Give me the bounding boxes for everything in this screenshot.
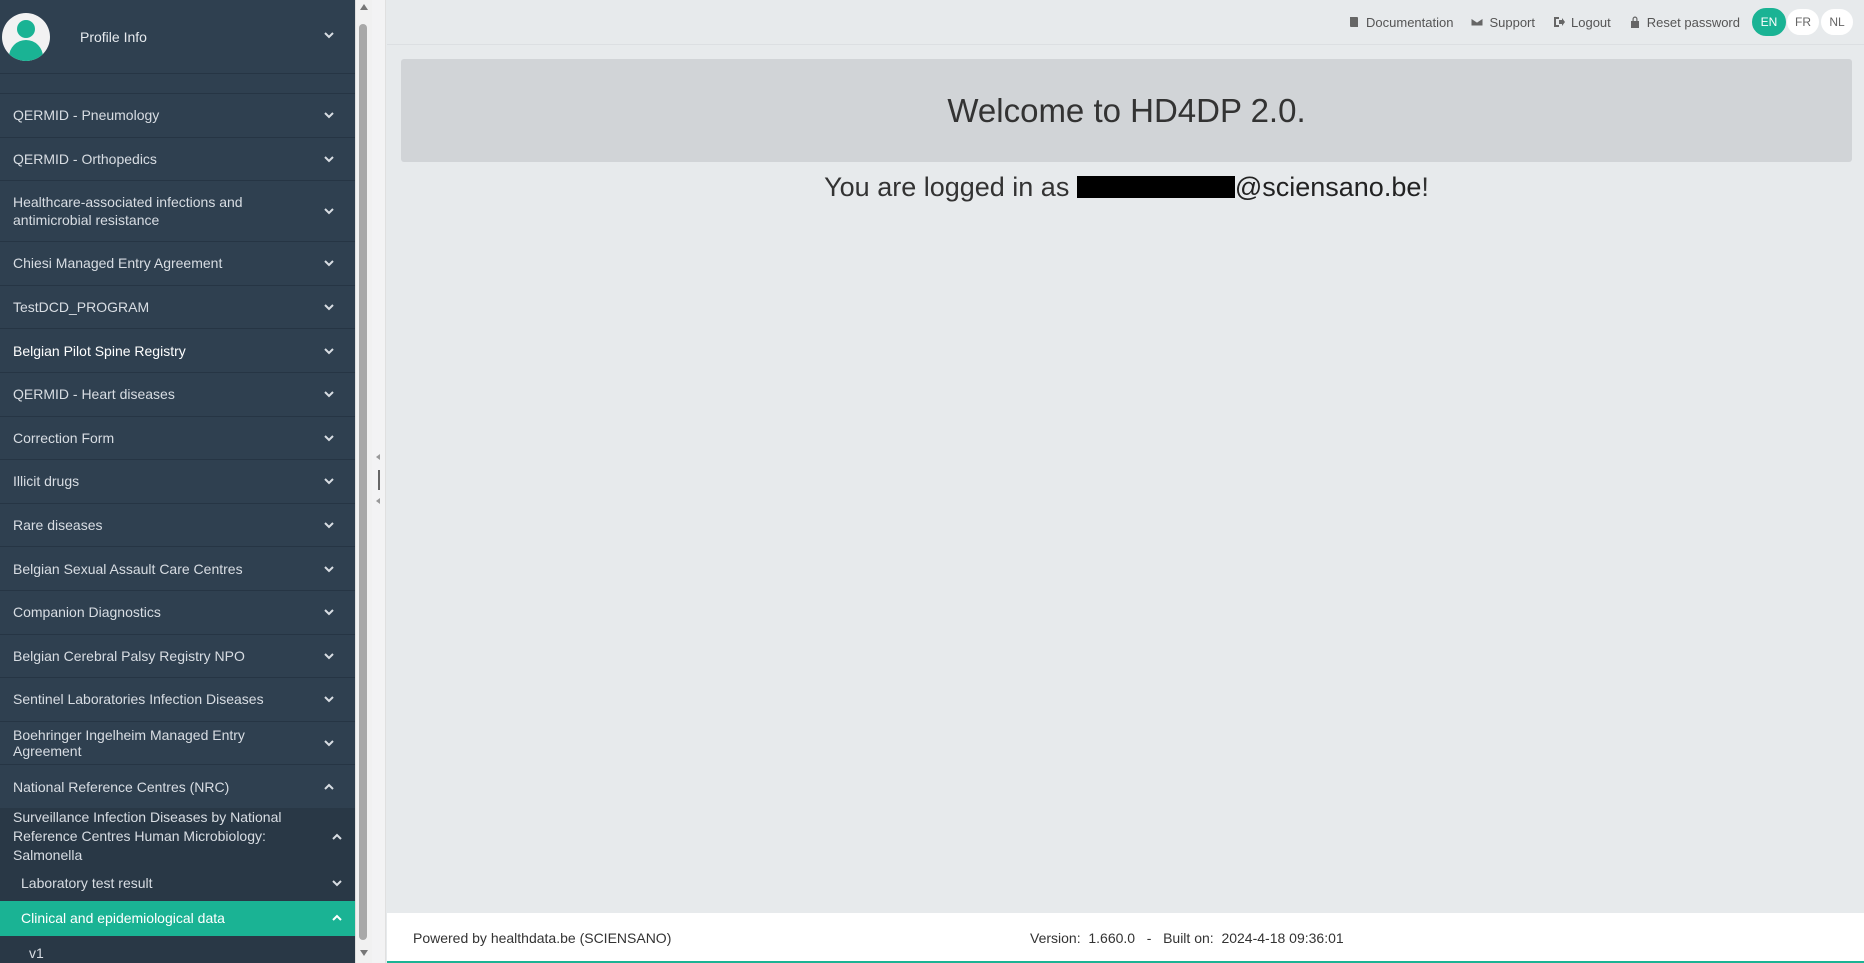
sidebar-item-label: Correction Form <box>13 429 115 446</box>
chevron-down-icon <box>323 650 335 662</box>
documentation-label: Documentation <box>1366 14 1454 30</box>
chevron-down-icon <box>323 606 335 618</box>
logout-label: Logout <box>1571 14 1611 30</box>
chevron-down-icon <box>323 388 335 400</box>
sidebar-item-cerebral-palsy[interactable]: Belgian Cerebral Palsy Registry NPO <box>0 633 355 678</box>
sidebar-item-testdcd[interactable]: TestDCD_PROGRAM <box>0 284 355 329</box>
sidebar-item-qermid-orthopedics[interactable]: QERMID - Orthopedics <box>0 136 355 181</box>
chevron-down-icon <box>323 432 335 444</box>
support-label: Support <box>1489 14 1536 30</box>
support-link[interactable]: Support <box>1471 15 1535 30</box>
sidebar: Profile Info QERMID - Pneumology QERMID … <box>0 0 355 963</box>
sign-out-icon <box>1554 17 1566 27</box>
chevron-down-icon <box>323 257 335 269</box>
splitter-grip[interactable] <box>378 470 380 490</box>
chevron-up-icon <box>331 831 343 843</box>
sidebar-item-chiesi[interactable]: Chiesi Managed Entry Agreement <box>0 241 355 285</box>
sidebar-item-rare-diseases[interactable]: Rare diseases <box>0 502 355 547</box>
logged-in-prefix: You are logged in as <box>824 172 1077 202</box>
sidebar-subitem-v1[interactable]: v1 <box>0 935 355 963</box>
redacted-email-block <box>1076 176 1235 198</box>
sidebar-subitem-lab-test-result[interactable]: Laboratory test result <box>0 865 355 901</box>
profile-header[interactable]: Profile Info <box>0 0 355 74</box>
sidebar-item-label: National Reference Centres (NRC) <box>13 778 230 795</box>
version-text: Version: 1.660.0 - Built on: 2024-4-18 0… <box>1030 930 1344 946</box>
chevron-down-icon <box>323 693 335 705</box>
sidebar-item-sentinel-labs[interactable]: Sentinel Laboratories Infection Diseases <box>0 677 355 721</box>
sidebar-item-label: Illicit drugs <box>13 473 80 490</box>
sidebar-subitem-clinical-data[interactable]: Clinical and epidemiological data <box>0 900 355 936</box>
sidebar-item-nrc[interactable]: National Reference Centres (NRC) <box>0 764 355 808</box>
sidebar-item-label: QERMID - Heart diseases <box>13 386 175 403</box>
email-domain: @sciensano.be <box>1234 172 1422 202</box>
lang-en-button[interactable]: EN <box>1752 8 1786 36</box>
chevron-up-icon <box>323 781 335 793</box>
sidebar-item-qermid-heart[interactable]: QERMID - Heart diseases <box>0 371 355 416</box>
logged-in-message: You are logged in as @sciensano.be! <box>401 172 1852 203</box>
chevron-down-icon <box>331 877 343 889</box>
chevron-down-icon <box>323 153 335 165</box>
footer: Powered by healthdata.be (SCIENSANO) Ver… <box>387 912 1864 963</box>
reset-password-label: Reset password <box>1646 14 1740 30</box>
chevron-down-icon <box>323 301 335 313</box>
chevron-down-icon <box>323 519 335 531</box>
sidebar-item-correction-form[interactable]: Correction Form <box>0 415 355 460</box>
lock-icon <box>1630 16 1639 28</box>
book-icon <box>1350 17 1359 27</box>
lang-nl-button[interactable]: NL <box>1820 8 1854 36</box>
sidebar-item-label: QERMID - Pneumology <box>13 107 160 124</box>
top-navbar: Documentation Support Logout Reset passw… <box>387 0 1864 45</box>
sidebar-item-sexual-assault[interactable]: Belgian Sexual Assault Care Centres <box>0 546 355 590</box>
sidebar-item-illicit-drugs[interactable]: Illicit drugs <box>0 459 355 503</box>
chevron-down-icon <box>323 475 335 487</box>
sidebar-scroll-thumb[interactable] <box>359 24 367 940</box>
sidebar-item-label: Chiesi Managed Entry Agreement <box>13 255 223 272</box>
sidebar-subitem-label: v1 <box>29 945 44 962</box>
sidebar-subitem-label: Surveillance Infection Diseases by Natio… <box>13 809 282 864</box>
reset-password-link[interactable]: Reset password <box>1629 15 1740 30</box>
chevron-down-icon <box>323 109 335 121</box>
chevron-down-icon <box>323 563 335 575</box>
chevron-down-icon <box>323 345 335 357</box>
powered-by-text: Powered by healthdata.be (SCIENSANO) <box>413 930 672 946</box>
profile-label: Profile Info <box>80 28 147 45</box>
sidebar-item-label: Belgian Sexual Assault Care Centres <box>13 560 243 577</box>
chevron-up-icon <box>331 912 343 924</box>
sidebar-item-label: Sentinel Laboratories Infection Diseases <box>13 691 264 708</box>
sidebar-item-label: Rare diseases <box>13 517 103 534</box>
documentation-link[interactable]: Documentation <box>1348 15 1453 30</box>
logout-link[interactable]: Logout <box>1553 15 1611 30</box>
sidebar-item-label: Belgian Pilot Spine Registry <box>13 342 186 359</box>
sidebar-item-spine-registry[interactable]: Belgian Pilot Spine Registry <box>0 328 355 372</box>
scroll-up-arrow-icon[interactable] <box>360 4 368 10</box>
sidebar-subitem-label: Clinical and epidemiological data <box>21 910 225 927</box>
chevron-down-icon <box>323 737 335 749</box>
sidebar-menu: QERMID - Pneumology QERMID - Orthopedics… <box>0 93 355 963</box>
collapse-right-icon[interactable] <box>376 498 380 504</box>
language-switcher: EN FR NL <box>1752 8 1854 36</box>
welcome-title: Welcome to HD4DP 2.0. <box>947 91 1306 129</box>
sidebar-subitem-label: Laboratory test result <box>21 875 153 892</box>
sidebar-item-label: Companion Diagnostics <box>13 604 161 621</box>
lang-fr-button[interactable]: FR <box>1786 8 1820 36</box>
sidebar-item-qermid-pneumology[interactable]: QERMID - Pneumology <box>0 93 355 137</box>
sidebar-item-label: TestDCD_PROGRAM <box>13 299 150 316</box>
sidebar-item-label: Belgian Cerebral Palsy Registry NPO <box>13 647 245 664</box>
sidebar-item-label: Boehringer Ingelheim Managed Entry Agree… <box>13 727 245 760</box>
envelope-icon <box>1471 17 1484 27</box>
chevron-down-icon <box>323 205 335 217</box>
collapse-left-icon[interactable] <box>376 454 380 460</box>
logged-in-suffix: ! <box>1421 172 1429 202</box>
sidebar-item-companion-diagnostics[interactable]: Companion Diagnostics <box>0 589 355 634</box>
sidebar-item-label: Healthcare-associated infections and ant… <box>13 194 243 229</box>
sidebar-item-boehringer[interactable]: Boehringer Ingelheim Managed Entry Agree… <box>0 720 355 765</box>
chevron-down-icon[interactable] <box>323 29 335 41</box>
welcome-banner: Welcome to HD4DP 2.0. <box>401 59 1852 162</box>
scroll-down-arrow-icon[interactable] <box>360 950 368 956</box>
sidebar-item-healthcare-infections[interactable]: Healthcare-associated infections and ant… <box>0 180 355 241</box>
avatar <box>2 12 50 61</box>
sidebar-subitem-salmonella[interactable]: Surveillance Infection Diseases by Natio… <box>0 807 355 866</box>
sidebar-item-label: QERMID - Orthopedics <box>13 150 157 167</box>
